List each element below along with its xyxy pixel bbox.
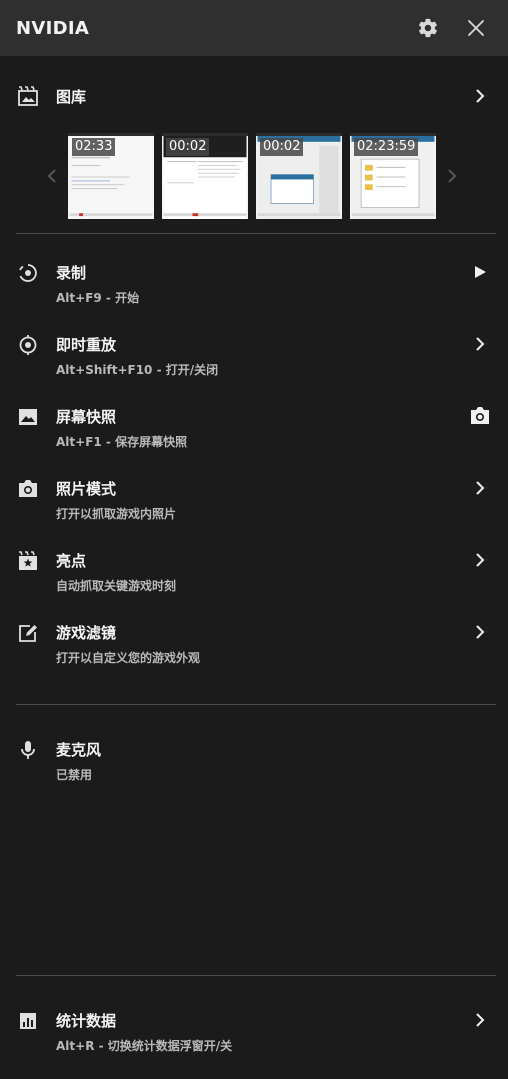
chevron-right-icon[interactable] bbox=[468, 1008, 492, 1032]
stats-text: 统计数据 Alt+R - 切换统计数据浮窗开/关 bbox=[56, 1010, 468, 1054]
gallery-film-icon bbox=[16, 84, 40, 108]
photo-mode-title: 照片模式 bbox=[56, 480, 117, 498]
gallery-text: 图库 bbox=[56, 86, 468, 107]
screenshot-shortcut: Alt+F1 - 保存屏幕快照 bbox=[56, 435, 188, 449]
header-bar: NVIDIA bbox=[0, 0, 508, 56]
microphone-item[interactable]: 麦克风 已禁用 bbox=[0, 725, 508, 797]
thumbnail-duration: 00:02 bbox=[166, 138, 210, 156]
camera-icon bbox=[471, 407, 489, 424]
gallery-thumbnails: 02:33 00:02 00:02 02:23:59 bbox=[0, 131, 508, 221]
screenshot-title: 屏幕快照 bbox=[56, 408, 117, 426]
gallery-thumbnail[interactable]: 02:23:59 bbox=[350, 133, 436, 219]
filter-edit-icon bbox=[16, 621, 40, 645]
gallery-thumbnail[interactable]: 00:02 bbox=[256, 133, 342, 219]
app-title: NVIDIA bbox=[16, 17, 90, 39]
chevron-right-icon[interactable] bbox=[468, 332, 492, 356]
microphone-title: 麦克风 bbox=[56, 741, 102, 759]
photo-mode-item[interactable]: 照片模式 打开以抓取游戏内照片 bbox=[0, 464, 508, 536]
photo-mode-text: 照片模式 打开以抓取游戏内照片 bbox=[56, 478, 468, 522]
highlights-item[interactable]: 亮点 自动抓取关键游戏时刻 bbox=[0, 536, 508, 608]
microphone-text: 麦克风 已禁用 bbox=[56, 739, 492, 783]
stats-title: 统计数据 bbox=[56, 1012, 117, 1030]
game-filter-item[interactable]: 游戏滤镜 打开以自定义您的游戏外观 bbox=[0, 608, 508, 680]
play-button[interactable] bbox=[468, 260, 492, 284]
highlights-title: 亮点 bbox=[56, 552, 87, 570]
instant-replay-item[interactable]: 即时重放 Alt+Shift+F10 - 打开/关闭 bbox=[0, 320, 508, 392]
gallery-thumbnail[interactable]: 02:33 bbox=[68, 133, 154, 219]
thumbnail-duration: 02:33 bbox=[72, 138, 116, 156]
game-filter-description: 打开以自定义您的游戏外观 bbox=[56, 651, 201, 665]
screenshot-text: 屏幕快照 Alt+F1 - 保存屏幕快照 bbox=[56, 406, 468, 450]
thumbnail-duration: 00:02 bbox=[260, 138, 304, 156]
stats-item[interactable]: 统计数据 Alt+R - 切换统计数据浮窗开/关 bbox=[0, 996, 508, 1068]
thumbnail-duration: 02:23:59 bbox=[354, 138, 419, 156]
photo-mode-description: 打开以抓取游戏内照片 bbox=[56, 507, 177, 521]
screenshot-item[interactable]: 屏幕快照 Alt+F1 - 保存屏幕快照 bbox=[0, 392, 508, 464]
record-icon bbox=[16, 261, 40, 285]
nvidia-overlay-panel: NVIDIA 图库 02:33 00:02 00:02 02:23:59 录制 … bbox=[0, 0, 508, 1079]
chevron-right-icon bbox=[448, 169, 457, 183]
microphone-status: 已禁用 bbox=[56, 768, 93, 782]
record-shortcut: Alt+F9 - 开始 bbox=[56, 291, 140, 305]
image-icon bbox=[16, 405, 40, 429]
chevron-left-icon bbox=[47, 169, 56, 183]
gallery-prev-arrow[interactable] bbox=[40, 168, 64, 184]
gallery-next-arrow[interactable] bbox=[440, 168, 464, 184]
play-icon bbox=[475, 266, 486, 278]
microphone-icon bbox=[16, 738, 40, 762]
instant-replay-icon bbox=[16, 333, 40, 357]
gear-icon bbox=[419, 18, 437, 38]
chevron-right-icon[interactable] bbox=[468, 548, 492, 572]
highlights-text: 亮点 自动抓取关键游戏时刻 bbox=[56, 550, 468, 594]
instant-replay-text: 即时重放 Alt+Shift+F10 - 打开/关闭 bbox=[56, 334, 468, 378]
gallery-thumbnail[interactable]: 00:02 bbox=[162, 133, 248, 219]
highlights-star-icon bbox=[16, 549, 40, 573]
record-item[interactable]: 录制 Alt+F9 - 开始 bbox=[0, 248, 508, 320]
highlights-description: 自动抓取关键游戏时刻 bbox=[56, 579, 177, 593]
stats-chart-icon bbox=[16, 1009, 40, 1033]
instant-replay-shortcut: Alt+Shift+F10 - 打开/关闭 bbox=[56, 363, 219, 377]
stats-shortcut: Alt+R - 切换统计数据浮窗开/关 bbox=[56, 1039, 233, 1053]
close-icon bbox=[468, 20, 484, 36]
game-filter-title: 游戏滤镜 bbox=[56, 624, 117, 642]
chevron-right-icon[interactable] bbox=[468, 476, 492, 500]
camera-icon bbox=[16, 477, 40, 501]
record-title: 录制 bbox=[56, 264, 87, 282]
game-filter-text: 游戏滤镜 打开以自定义您的游戏外观 bbox=[56, 622, 468, 666]
take-screenshot-button[interactable] bbox=[468, 404, 492, 428]
chevron-right-icon[interactable] bbox=[468, 84, 492, 108]
chevron-right-icon[interactable] bbox=[468, 620, 492, 644]
gallery-title: 图库 bbox=[56, 87, 87, 106]
gallery-row[interactable]: 图库 bbox=[0, 56, 508, 136]
record-text: 录制 Alt+F9 - 开始 bbox=[56, 262, 468, 306]
close-button[interactable] bbox=[460, 12, 492, 44]
settings-button[interactable] bbox=[412, 12, 444, 44]
instant-replay-title: 即时重放 bbox=[56, 336, 117, 354]
